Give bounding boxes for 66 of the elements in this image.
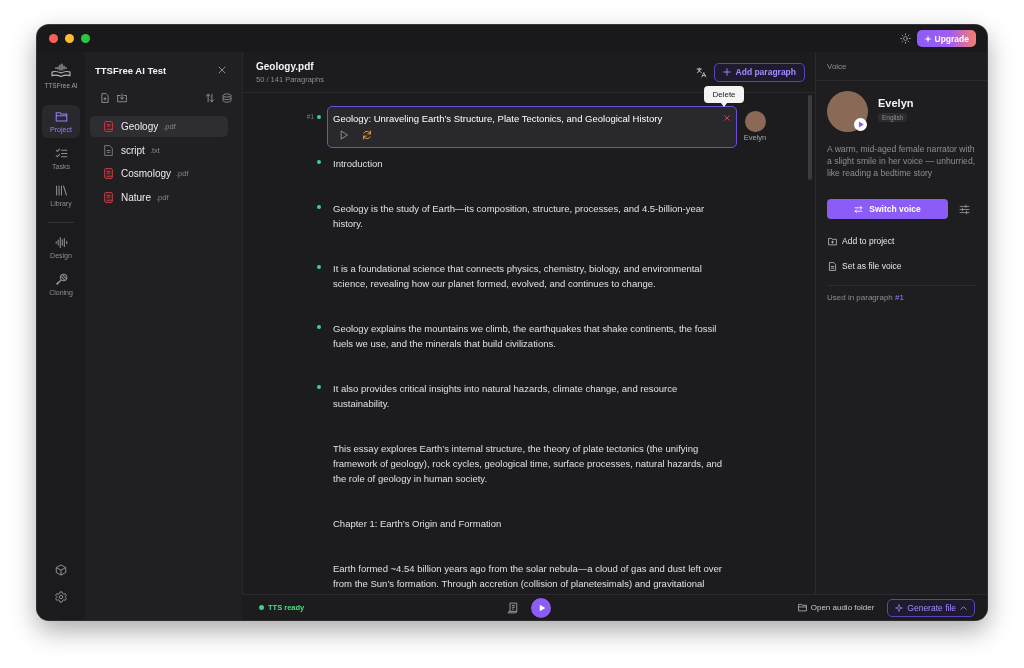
- waveform-icon: [54, 236, 68, 249]
- window-close-button[interactable]: [48, 34, 58, 43]
- add-paragraph-button[interactable]: Add paragraph: [713, 62, 805, 82]
- paragraph-text[interactable]: Introduction: [333, 156, 731, 171]
- open-folder-button[interactable]: Open audio folder: [797, 603, 875, 612]
- sparkle-icon: [895, 603, 904, 612]
- sliders-icon[interactable]: [959, 203, 970, 215]
- delete-tooltip: Delete: [704, 86, 744, 107]
- cube-icon[interactable]: [55, 564, 67, 576]
- voice-name: Evelyn: [878, 97, 914, 109]
- generate-file-button[interactable]: Generate file: [887, 598, 975, 617]
- caret-icon: [960, 605, 967, 610]
- new-file-icon[interactable]: [100, 93, 110, 103]
- library-icon: [54, 184, 68, 197]
- document-title: Geology.pdf: [256, 60, 315, 72]
- paragraph-text[interactable]: Earth formed ~4.54 billion years ago from the solar nebula—a cloud of gas and dust left over from the Sun’s formation. Through accretion (collision of planetesimals) and gravitational: [333, 561, 731, 591]
- voice-description: A warm, mid-aged female narrator with a slight smile in her voice — unhurried, like reading a bedtime story: [827, 143, 977, 179]
- sparkle-icon: [923, 34, 932, 43]
- paragraph-text[interactable]: Chapter 1: Earth’s Origin and Formation: [333, 516, 731, 531]
- status-dot: [259, 605, 264, 610]
- project-title: TTSFree AI Test: [95, 64, 167, 76]
- layers-icon[interactable]: [222, 93, 232, 103]
- logo-icon: [51, 63, 71, 77]
- upgrade-button[interactable]: Upgrade: [916, 30, 976, 47]
- folder-plus-icon: [828, 236, 837, 246]
- voice-avatar: [744, 111, 766, 132]
- book-icon: [104, 191, 113, 203]
- plus-icon: [722, 68, 731, 76]
- paragraph-text[interactable]: It also provides critical insights into natural hazards, climate change, and resource sustainability.: [333, 381, 731, 411]
- close-icon[interactable]: [218, 66, 226, 74]
- refresh-icon[interactable]: [362, 129, 372, 140]
- voice-action-link[interactable]: Set as file voice: [827, 259, 902, 273]
- sort-icon[interactable]: [205, 93, 215, 103]
- switch-voice-button[interactable]: Switch voice: [827, 199, 948, 219]
- delete-icon[interactable]: [724, 115, 730, 121]
- panel-title: Voice: [827, 61, 847, 71]
- paragraph-text[interactable]: This essay explores Earth’s internal structure, the theory of plate tectonics (the unifying framework of geology), rock cycles, geological time, surface processes, natural hazards, and the role of geology in human society.: [333, 441, 731, 486]
- book-icon: [104, 168, 113, 179]
- folder-icon: [797, 603, 807, 612]
- usage-text: Used in paragraph: [827, 293, 893, 302]
- microphone-icon: [54, 273, 68, 286]
- paragraph-link[interactable]: #1: [895, 293, 904, 302]
- play-icon: [537, 603, 546, 612]
- scrollbar-thumb[interactable]: [808, 95, 812, 180]
- voice-avatar: [827, 91, 868, 132]
- paragraph-text: Geology: Unraveling Earth’s Structure, Plate Tectonics, and Geological History: [333, 112, 664, 126]
- paragraph-text[interactable]: Geology explains the mountains we climb, the earthquakes that shake continents, the fossil fuels we use, and the minerals that build civilizations.: [333, 321, 731, 351]
- window-zoom-button[interactable]: [80, 34, 90, 43]
- translate-icon[interactable]: [695, 66, 707, 78]
- swap-icon: [854, 204, 864, 214]
- paragraph-card[interactable]: Geology: Unraveling Earth’s Structure, Plate Tectonics, and Geological History: [327, 106, 737, 148]
- folder-icon: [54, 110, 68, 123]
- play-icon[interactable]: [854, 118, 867, 131]
- play-button[interactable]: [531, 597, 551, 618]
- window-minimize-button[interactable]: [64, 34, 74, 43]
- document-icon: [104, 144, 113, 156]
- document-icon: [828, 261, 837, 271]
- checklist-icon: [54, 147, 68, 160]
- voice-action-link[interactable]: Add to project: [827, 234, 895, 248]
- import-icon[interactable]: [117, 93, 127, 103]
- settings-icon[interactable]: [55, 591, 67, 603]
- book-icon: [104, 121, 113, 132]
- paragraph-text[interactable]: It is a foundational science that connects physics, chemistry, biology, and environmental science, revealing how our planet formed, evolved, and continues to change.: [333, 261, 731, 291]
- sun-icon[interactable]: [899, 33, 911, 44]
- paragraph-text[interactable]: Geology is the study of Earth—its composition, structure, processes, and 4.5-billion-year history.: [333, 201, 731, 231]
- script-icon[interactable]: [507, 601, 519, 614]
